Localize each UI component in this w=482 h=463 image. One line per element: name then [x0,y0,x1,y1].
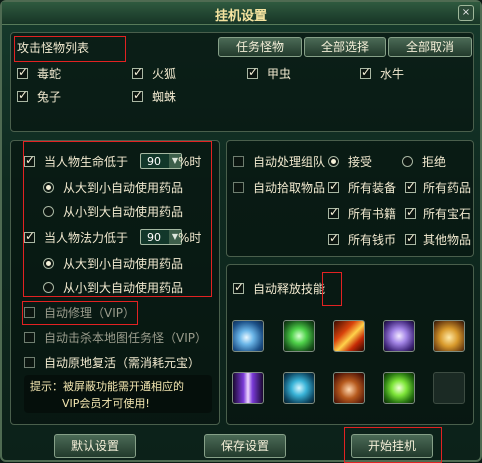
mp-big-first-label: 从大到小自动使用药品 [63,257,184,271]
vip-tip-line1: 提示：被屏蔽功能需开通相应的 [30,380,184,393]
hp-threshold-checkbox[interactable] [24,153,35,167]
team-refuse-label: 拒绝 [422,155,447,169]
monster-label: 蜘蛛 [152,90,177,104]
team-accept-radio[interactable] [328,156,339,167]
monster-list-header-highlight [14,36,126,62]
start-hangup-highlight [344,427,442,463]
hp-small-first-radio[interactable] [43,206,54,217]
auto-repair-label: 自动修理（VIP） [44,306,135,320]
pickup-item-label: 所有宝石 [423,207,472,221]
vip-tip-line2: VIP会员才可使用! [62,397,150,410]
purple-beam-icon[interactable] [232,372,264,404]
mp-big-first-radio[interactable] [43,258,54,269]
monster-label: 火狐 [152,67,177,81]
pickup-item-checkbox[interactable] [405,179,416,193]
monster-checkbox[interactable] [132,65,143,79]
pickup-item-label: 所有装备 [348,181,397,195]
auto-team-checkbox[interactable] [233,156,244,167]
skull-spirit-icon[interactable] [383,320,415,352]
auto-skill-checkbox[interactable] [233,280,244,294]
auto-kill-checkbox[interactable] [24,332,35,343]
auto-team-label: 自动处理组队 [253,155,326,169]
mp-threshold-checkbox[interactable] [24,229,35,243]
monster-label: 甲虫 [267,67,292,81]
empty-skill-slot[interactable] [433,372,465,404]
fire-slash-icon[interactable] [333,320,365,352]
title-bar[interactable]: 挂机设置 × [2,2,480,25]
beast-roar-icon[interactable] [333,372,365,404]
hp-threshold-value: 90 [147,155,161,168]
hp-threshold-label: 当人物生命低于 [44,155,129,169]
pickup-item-label: 所有书籍 [348,207,397,221]
mp-small-first-label: 从小到大自动使用药品 [63,281,184,295]
pickup-item-label: 所有药品 [423,181,472,195]
hangup-settings-window: 挂机设置 × 攻击怪物列表 任务怪物 全部选择 全部取消 毒蛇 火狐 甲虫 水牛… [0,0,482,463]
hp-threshold-suffix: %时 [178,155,202,169]
pickup-item-label: 所有钱币 [348,233,397,247]
window-title: 挂机设置 [214,9,267,24]
monster-checkbox[interactable] [132,88,143,102]
save-settings-button[interactable]: 保存设置 [204,434,286,458]
lion-head-icon[interactable] [433,320,465,352]
monster-label: 兔子 [37,90,62,104]
team-accept-label: 接受 [348,155,373,169]
auto-kill-label: 自动击杀本地图任务怪（VIP） [44,331,207,345]
cancel-all-button[interactable]: 全部取消 [388,37,472,57]
vip-tip-box: 提示：被屏蔽功能需开通相应的 VIP会员才可使用! [24,375,212,413]
green-burst-icon[interactable] [383,372,415,404]
auto-revive-checkbox[interactable] [24,357,35,368]
monster-label: 毒蛇 [37,67,62,81]
close-icon[interactable]: × [458,5,474,21]
hp-big-first-radio[interactable] [43,182,54,193]
team-refuse-radio[interactable] [402,156,413,167]
mp-threshold-value: 90 [147,231,161,244]
pickup-item-checkbox[interactable] [405,231,416,245]
monster-checkbox[interactable] [360,65,371,79]
select-all-button[interactable]: 全部选择 [304,37,386,57]
monster-checkbox[interactable] [247,65,258,79]
auto-skill-highlight [322,272,342,306]
pickup-item-checkbox[interactable] [328,205,339,219]
hp-threshold-select[interactable]: 90 ▼ [140,153,182,169]
auto-repair-checkbox[interactable] [24,307,35,318]
monster-label: 水牛 [380,67,405,81]
mp-threshold-select[interactable]: 90 ▼ [140,229,182,245]
pickup-item-checkbox[interactable] [328,179,339,193]
auto-revive-label: 自动原地复活（需消耗元宝） [44,356,201,370]
mp-small-first-radio[interactable] [43,282,54,293]
hp-small-first-label: 从小到大自动使用药品 [63,205,184,219]
mp-threshold-suffix: %时 [178,231,202,245]
auto-pickup-label: 自动拾取物品 [253,181,326,195]
monster-checkbox[interactable] [17,88,28,102]
default-settings-button[interactable]: 默认设置 [54,434,136,458]
green-skull-icon[interactable] [283,320,315,352]
pickup-item-checkbox[interactable] [328,231,339,245]
hand-skill-icon[interactable] [232,320,264,352]
mp-threshold-label: 当人物法力低于 [44,231,129,245]
pickup-item-label: 其他物品 [423,233,472,247]
hp-big-first-label: 从大到小自动使用药品 [63,181,184,195]
hexagram-icon[interactable] [283,372,315,404]
auto-skill-label: 自动释放技能 [253,282,326,296]
task-monster-button[interactable]: 任务怪物 [218,37,302,57]
monster-checkbox[interactable] [17,65,28,79]
pickup-item-checkbox[interactable] [405,205,416,219]
auto-pickup-checkbox[interactable] [233,182,244,193]
